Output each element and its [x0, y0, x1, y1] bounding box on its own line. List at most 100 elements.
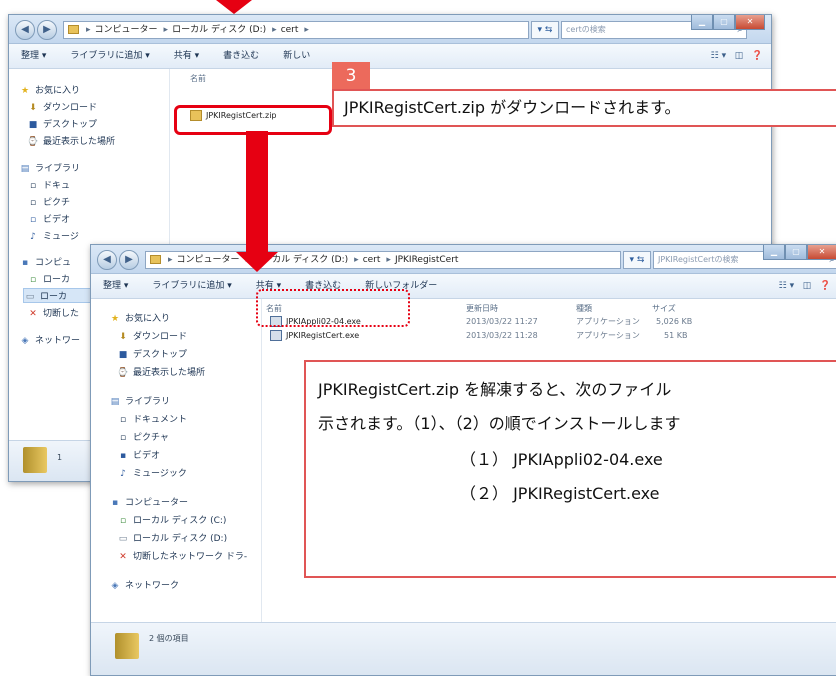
- maximize-button[interactable]: ▢: [713, 15, 735, 30]
- folder-icon: [23, 447, 47, 473]
- download-icon: ⬇: [29, 103, 37, 113]
- nav-label: ローカル ディスク (C:): [133, 516, 227, 526]
- nav-documents[interactable]: ▫ ドキュメント: [117, 412, 187, 425]
- nav-disconnected-drive[interactable]: ✕ 切断した: [27, 306, 79, 319]
- nav-network[interactable]: ◈ ネットワー: [19, 333, 80, 346]
- nav-label: ダウンロード: [133, 332, 188, 342]
- nav-label: 切断した: [43, 309, 80, 319]
- library-icon: ▤: [110, 397, 120, 407]
- drive-icon: ▭: [118, 534, 128, 544]
- exe-file-icon: [270, 330, 282, 341]
- pictures-icon: ▫: [119, 433, 127, 443]
- maximize-button[interactable]: ▢: [785, 245, 807, 260]
- front-nav-buttons: ◀ ▶: [97, 250, 139, 270]
- nav-pictures[interactable]: ▫ ピクチャ: [117, 430, 169, 443]
- nav-network[interactable]: ◈ ネットワーク: [109, 578, 179, 591]
- add-to-library-button[interactable]: ライブラリに追加 ▾: [70, 51, 149, 61]
- disconnected-drive-icon: ✕: [119, 552, 127, 562]
- unzip-line-2: 示されます。（1）、（2）の順でインストールします: [318, 414, 681, 433]
- close-button[interactable]: ✕: [735, 15, 765, 30]
- back-button[interactable]: ◀: [97, 250, 117, 270]
- nav-label: デスクトップ: [43, 120, 98, 130]
- music-icon: ♪: [120, 469, 126, 479]
- crumb-cert[interactable]: cert: [281, 25, 299, 35]
- forward-button[interactable]: ▶: [37, 20, 57, 40]
- folder-icon: [68, 25, 79, 34]
- unzip-item-2: （２） JPKIRegistCert.exe: [460, 484, 660, 503]
- organize-button[interactable]: 整理 ▾: [103, 281, 128, 291]
- nav-favorites[interactable]: ★ お気に入り: [109, 311, 170, 324]
- front-refresh-button[interactable]: ▾ ⇆: [623, 251, 651, 269]
- down-arrow-shaft: [246, 131, 268, 253]
- recent-places-icon: ⌚: [27, 137, 39, 147]
- view-options-icon[interactable]: ☷ ▾ ◫ ❓: [779, 274, 831, 298]
- minimize-button[interactable]: ▁: [691, 15, 713, 30]
- column-header-type[interactable]: 種類: [576, 303, 592, 314]
- documents-icon: ▫: [29, 181, 37, 191]
- file-size: 51 KB: [664, 331, 688, 340]
- nav-libraries[interactable]: ▤ ライブラリ: [19, 161, 80, 174]
- new-folder-button[interactable]: 新しい: [283, 51, 310, 61]
- back-button[interactable]: ◀: [15, 20, 35, 40]
- nav-label: ダウンロード: [43, 103, 98, 113]
- top-arrow-icon: [216, 0, 252, 14]
- crumb-drive[interactable]: ローカル ディスク (D:): [172, 25, 266, 35]
- nav-drive-c[interactable]: ▫ ローカル ディスク (C:): [117, 513, 227, 526]
- nav-drive-c[interactable]: ▫ ローカ: [27, 272, 70, 285]
- nav-documents[interactable]: ▫ ドキュ: [27, 178, 70, 191]
- crumb-computer[interactable]: コンピューター: [95, 25, 158, 35]
- burn-button[interactable]: 書き込む: [223, 51, 259, 61]
- front-status-bar: 2 個の項目: [91, 622, 836, 675]
- nav-recent[interactable]: ⌚ 最近表示した場所: [117, 365, 205, 378]
- crumb-computer[interactable]: コンピューター: [177, 255, 240, 265]
- file-row[interactable]: JPKIRegistCert.exe 2013/03/22 11:28 アプリケ…: [270, 329, 810, 343]
- drive-icon: ▫: [29, 275, 37, 285]
- folder-icon: [115, 633, 139, 659]
- nav-videos[interactable]: ▫ ビデオ: [27, 212, 70, 225]
- share-button[interactable]: 共有 ▾: [174, 51, 199, 61]
- nav-drive-d[interactable]: ▭ ローカル ディスク (D:): [117, 531, 227, 544]
- nav-recent[interactable]: ⌚ 最近表示した場所: [27, 134, 115, 147]
- status-text: 1: [57, 453, 63, 462]
- nav-label: ドキュ: [43, 181, 71, 191]
- nav-downloads[interactable]: ⬇ ダウンロード: [27, 100, 97, 113]
- nav-computer[interactable]: ▪ コンピュ: [19, 255, 71, 268]
- close-button[interactable]: ✕: [807, 245, 836, 260]
- front-nav-pane: ★ お気に入り ⬇ ダウンロード ■ デスクトップ ⌚ 最近表示した場所 ▤ ライブラリ …: [91, 299, 262, 675]
- column-header-date[interactable]: 更新日時: [466, 303, 498, 314]
- nav-disconnected-drive[interactable]: ✕ 切断したネットワーク ドラ-: [117, 549, 247, 562]
- view-options-icon[interactable]: ☷ ▾ ◫ ❓: [711, 44, 763, 68]
- videos-icon: ▪: [119, 451, 127, 461]
- nav-label: ネットワーク: [125, 581, 180, 591]
- file-type: アプリケーション: [576, 331, 640, 340]
- nav-downloads[interactable]: ⬇ ダウンロード: [117, 329, 187, 342]
- nav-music[interactable]: ♪ ミュージ: [27, 229, 79, 242]
- network-icon: ◈: [111, 581, 119, 591]
- nav-videos[interactable]: ▪ ビデオ: [117, 448, 160, 461]
- organize-button[interactable]: 整理 ▾: [21, 51, 46, 61]
- back-address-bar[interactable]: ▸ コンピューター ▸ ローカル ディスク (D:) ▸ cert ▸: [63, 21, 529, 39]
- back-refresh-button[interactable]: ▾ ⇆: [531, 21, 559, 39]
- desktop-icon: ■: [118, 350, 128, 360]
- step-badge: 3: [332, 62, 370, 90]
- nav-pictures[interactable]: ▫ ピクチ: [27, 195, 70, 208]
- download-callout-text: JPKIRegistCert.zip がダウンロードされます。: [344, 98, 681, 117]
- nav-music[interactable]: ♪ ミュージック: [117, 466, 187, 479]
- forward-button[interactable]: ▶: [119, 250, 139, 270]
- minimize-button[interactable]: ▁: [763, 245, 785, 260]
- star-icon: ★: [110, 314, 120, 324]
- file-name: JPKIRegistCert.exe: [286, 331, 360, 340]
- front-address-bar[interactable]: ▸ コンピューター ▸ ローカル ディスク (D:) ▸ cert ▸ JPKIRegistC…: [145, 251, 621, 269]
- nav-computer[interactable]: ▪ コンピューター: [109, 495, 188, 508]
- nav-libraries[interactable]: ▤ ライブラリ: [109, 394, 170, 407]
- nav-desktop[interactable]: ■ デスクトップ: [117, 347, 187, 360]
- add-to-library-button[interactable]: ライブラリに追加 ▾: [152, 281, 231, 291]
- nav-label: ドキュメント: [133, 415, 188, 425]
- desktop-icon: ■: [28, 120, 38, 130]
- crumb-jpkiregistcert[interactable]: JPKIRegistCert: [395, 255, 459, 265]
- column-header-size[interactable]: サイズ: [652, 303, 676, 314]
- crumb-cert[interactable]: cert: [363, 255, 381, 265]
- nav-favorites[interactable]: ★ お気に入り: [19, 83, 80, 96]
- column-header-name[interactable]: 名前: [190, 73, 206, 84]
- nav-desktop[interactable]: ■ デスクトップ: [27, 117, 97, 130]
